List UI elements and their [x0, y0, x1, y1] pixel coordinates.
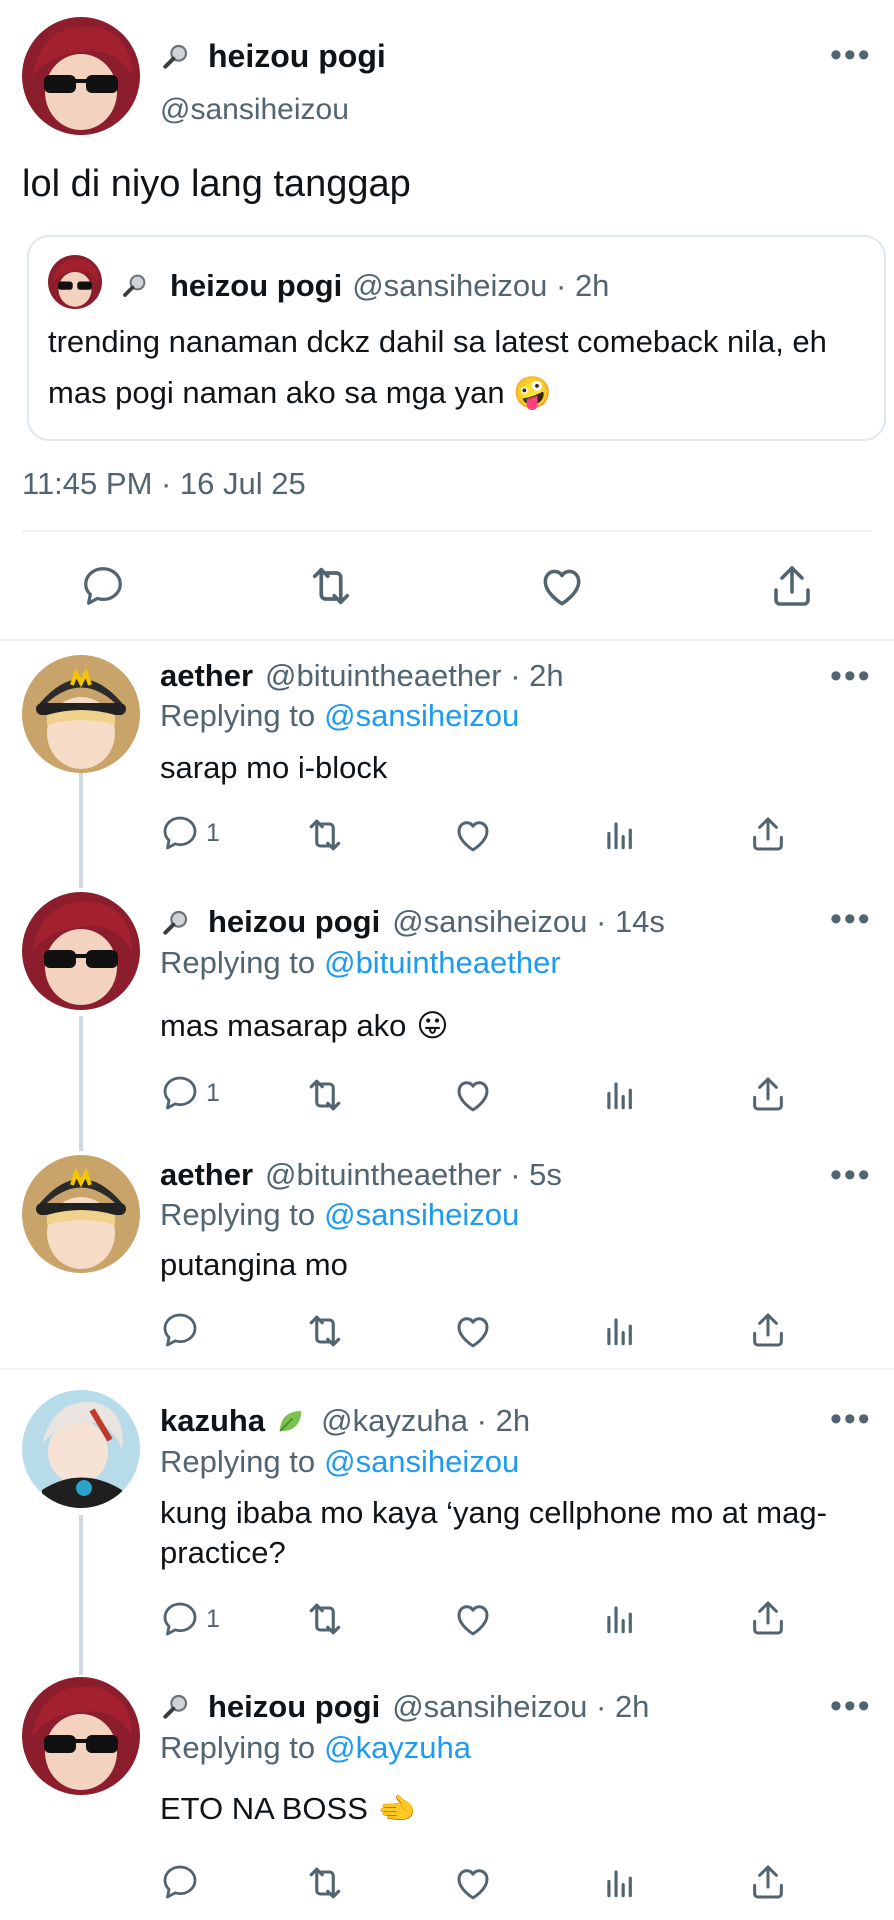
like-icon[interactable]: [452, 1862, 494, 1904]
retweet-icon[interactable]: [303, 1861, 347, 1905]
reply-count: 1: [206, 1078, 220, 1107]
views-icon[interactable]: [601, 1600, 639, 1638]
reply-icon[interactable]: [160, 813, 200, 853]
emoji: 😛: [416, 1008, 449, 1043]
author-name[interactable]: heizou pogi: [208, 904, 380, 940]
timestamp: 11:45 PM · 16 Jul 25: [22, 466, 306, 501]
retweet-icon[interactable]: [305, 560, 357, 612]
author-handle[interactable]: @sansiheizou: [160, 93, 349, 127]
handle-time: @sansiheizou · 14s: [392, 904, 665, 939]
handle-time: @sansiheizou · 2h: [392, 1689, 650, 1724]
emoji: 🫲: [377, 1791, 417, 1826]
handle-time: @bituintheaether · 2h: [265, 658, 564, 693]
reply-count: 1: [206, 1604, 220, 1633]
more-options-icon[interactable]: •••: [830, 38, 872, 72]
avatar[interactable]: [22, 892, 140, 1010]
quote-avatar: [48, 255, 102, 309]
share-icon[interactable]: [748, 814, 788, 854]
like-icon[interactable]: [452, 1310, 494, 1352]
reply-text: putangina mo: [160, 1247, 348, 1282]
reply-text: mas masarap ako: [160, 1008, 407, 1043]
reply-text: ETO NA BOSS: [160, 1791, 368, 1826]
replying-to-handle[interactable]: @sansiheizou: [324, 1197, 519, 1233]
quote-author-name: heizou pogi: [170, 268, 343, 303]
replying-to-label: Replying to: [160, 1730, 316, 1765]
thread-line: [79, 770, 83, 888]
author-name[interactable]: aether: [160, 658, 253, 694]
share-icon[interactable]: [748, 1074, 788, 1114]
views-icon[interactable]: [601, 1076, 639, 1114]
more-options-icon[interactable]: •••: [830, 902, 872, 936]
quote-text: trending nanaman dckz dahil sa latest co…: [48, 324, 827, 410]
replying-to-handle[interactable]: @sansiheizou: [324, 698, 519, 734]
tweet-text: lol di niyo lang tanggap: [22, 163, 411, 205]
retweet-icon[interactable]: [303, 1597, 347, 1641]
like-icon[interactable]: [452, 1598, 494, 1640]
reply-icon[interactable]: [160, 1862, 200, 1902]
reply-count: 1: [206, 818, 220, 847]
views-icon[interactable]: [601, 816, 639, 854]
like-icon[interactable]: [537, 561, 587, 611]
share-icon[interactable]: [748, 1310, 788, 1350]
emoji: 🤪: [513, 375, 552, 410]
magnifier-icon: [160, 906, 192, 938]
quote-handle-time: @sansiheizou · 2h: [352, 268, 610, 303]
author-name[interactable]: aether: [160, 1157, 253, 1193]
reply-icon[interactable]: [160, 1599, 200, 1639]
share-icon[interactable]: [748, 1862, 788, 1902]
retweet-icon[interactable]: [303, 1309, 347, 1353]
avatar[interactable]: [22, 655, 140, 773]
replying-to-label: Replying to: [160, 698, 316, 733]
reply-icon[interactable]: [80, 563, 126, 609]
replying-to-handle[interactable]: @kayzuha: [324, 1730, 471, 1766]
more-options-icon[interactable]: •••: [830, 1402, 872, 1436]
divider: [0, 639, 894, 641]
author-name[interactable]: heizou pogi: [208, 38, 386, 75]
thread-line: [79, 1016, 83, 1151]
reply-icon[interactable]: [160, 1310, 200, 1350]
divider: [0, 1368, 894, 1370]
reply-text: sarap mo i-block: [160, 750, 388, 785]
avatar[interactable]: [22, 1390, 140, 1508]
replying-to-label: Replying to: [160, 1197, 316, 1232]
replying-to-label: Replying to: [160, 945, 316, 980]
replying-to-handle[interactable]: @bituintheaether: [324, 945, 561, 981]
author-name[interactable]: heizou pogi: [208, 1689, 380, 1725]
like-icon[interactable]: [452, 814, 494, 856]
author-name[interactable]: kazuha: [160, 1403, 265, 1439]
more-options-icon[interactable]: •••: [830, 1689, 872, 1723]
replying-to-handle[interactable]: @sansiheizou: [324, 1444, 519, 1480]
reply-icon[interactable]: [160, 1073, 200, 1113]
share-icon[interactable]: [748, 1598, 788, 1638]
retweet-icon[interactable]: [303, 813, 347, 857]
handle-time: @bituintheaether · 5s: [265, 1157, 562, 1192]
more-options-icon[interactable]: •••: [830, 659, 872, 693]
leaf-icon: [275, 1406, 305, 1436]
handle-time: @kayzuha · 2h: [321, 1403, 531, 1438]
avatar[interactable]: [22, 1155, 140, 1273]
divider: [22, 530, 872, 532]
replying-to-label: Replying to: [160, 1444, 316, 1479]
magnifier-icon: [160, 1690, 192, 1722]
reply-text: kung ibaba mo kaya ‘yang cellphone mo at…: [160, 1495, 827, 1570]
views-icon[interactable]: [601, 1864, 639, 1902]
views-icon[interactable]: [601, 1312, 639, 1350]
magnifier-icon: [160, 40, 192, 72]
share-icon[interactable]: [768, 562, 816, 610]
avatar[interactable]: [22, 1677, 140, 1795]
retweet-icon[interactable]: [303, 1073, 347, 1117]
like-icon[interactable]: [452, 1074, 494, 1116]
thread-line: [79, 1515, 83, 1675]
more-options-icon[interactable]: •••: [830, 1158, 872, 1192]
avatar[interactable]: [22, 17, 140, 135]
magnifier-icon: [120, 270, 150, 300]
